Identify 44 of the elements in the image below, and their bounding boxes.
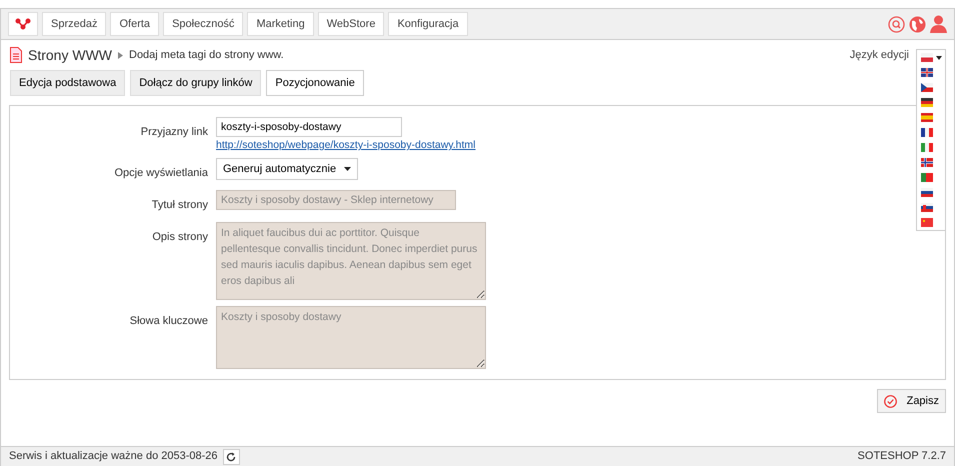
tab[interactable]: Edycja podstawowa [10, 70, 126, 96]
flag-icon[interactable] [921, 203, 933, 212]
field-label: Przyjazny link [140, 126, 208, 138]
nav-menu-item[interactable]: WebStore [318, 12, 384, 36]
document-icon [10, 47, 22, 63]
check-circle-icon [884, 394, 897, 408]
caret-icon [344, 167, 352, 171]
breadcrumb-text: Dodaj meta tagi do strony www. [129, 48, 284, 63]
user-icon[interactable] [930, 15, 947, 33]
logo-button[interactable] [8, 12, 38, 36]
field-label: Słowa kluczowe [130, 315, 208, 327]
nav-menu-item[interactable]: Oferta [110, 12, 160, 36]
field-label: Tytuł strony [152, 199, 208, 211]
language-dropdown[interactable] [916, 49, 946, 231]
field-label: Opis strony [152, 231, 208, 243]
flag-icon[interactable] [921, 188, 933, 197]
nav-menu-item[interactable]: Sprzedaż [42, 12, 106, 36]
tab[interactable]: Dołącz do grupy linków [130, 70, 262, 96]
caret-icon [936, 56, 942, 60]
tab[interactable]: Pozycjonowanie [266, 70, 364, 96]
flag-icon[interactable] [921, 158, 933, 167]
logo-icon [15, 18, 31, 30]
refresh-button[interactable] [222, 448, 240, 464]
flag-icon[interactable] [921, 98, 933, 107]
refresh-icon [226, 452, 236, 462]
language-label: Język edycji [850, 48, 909, 63]
page-title: Strony WWW [28, 46, 112, 65]
flag-icon[interactable] [921, 68, 933, 77]
globe-icon[interactable] [909, 16, 926, 32]
nav-menu-item[interactable]: Społeczność [163, 12, 244, 36]
text-field[interactable]: koszty-i-sposoby-dostawy [216, 117, 402, 137]
license-status-text: Serwis i aktualizacje ważne do 2053-08-26 [9, 449, 218, 464]
flag-icon[interactable] [921, 53, 933, 62]
field-label: Opcje wyświetlania [114, 167, 208, 179]
display-options-dropdown[interactable]: Generuj automatycznie [216, 158, 358, 180]
nav-menu-item[interactable]: Marketing [247, 12, 314, 36]
save-button[interactable]: Zapisz [876, 389, 946, 413]
flag-icon[interactable] [921, 128, 933, 137]
page-url-link[interactable]: http://soteshop/webpage/koszty-i-sposoby-dostawy.html [216, 139, 476, 152]
breadcrumb-arrow-icon [118, 52, 123, 58]
nav-menu-item[interactable]: Konfiguracja [388, 12, 468, 36]
search-icon[interactable] [888, 16, 905, 32]
version-text: SOTESHOP 7.2.7 [858, 449, 946, 464]
flag-icon[interactable] [921, 83, 933, 92]
